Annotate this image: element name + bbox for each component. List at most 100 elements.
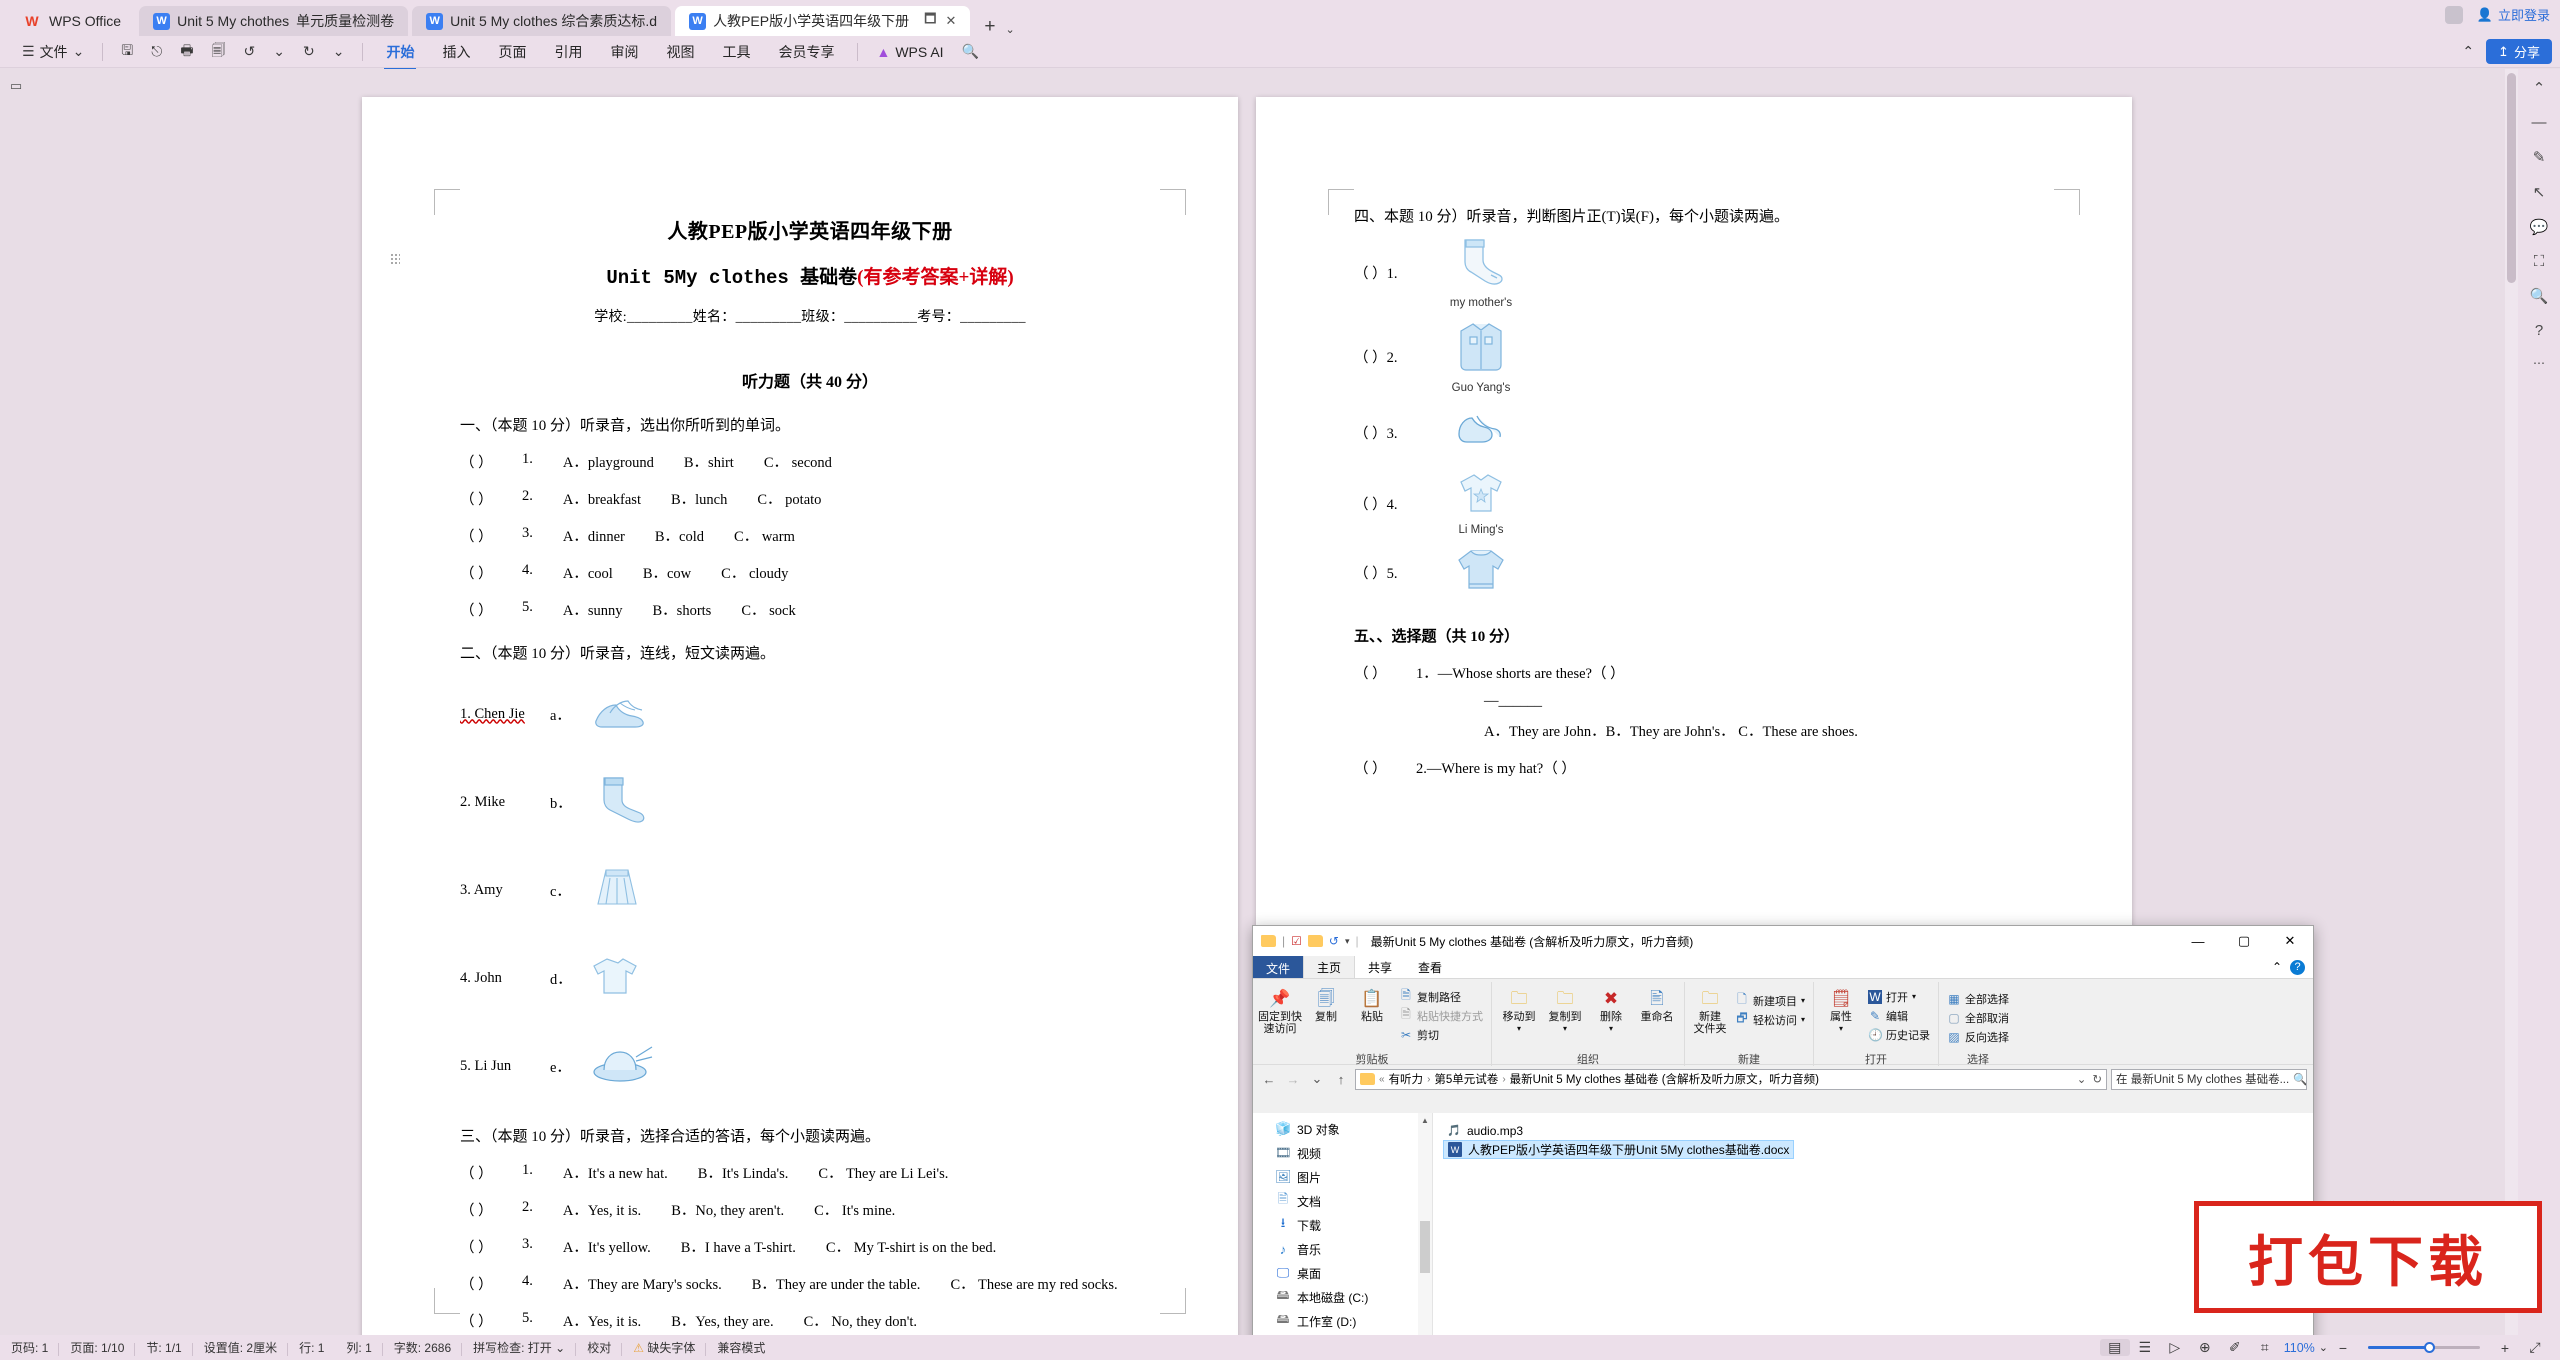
rename-button[interactable]: 🖹 重命名 (1635, 985, 1679, 1023)
search-doc-icon[interactable]: 🔍 (2530, 287, 2549, 305)
share-button[interactable]: ↥ 分享 (2486, 39, 2552, 64)
search-input[interactable]: 在 最新Unit 5 My clothes 基础卷... 🔍 (2111, 1068, 2307, 1090)
recent-locations-chevron-down-icon[interactable]: ⌄ (1307, 1071, 1327, 1087)
status-proofread[interactable]: 校对 (576, 1339, 623, 1356)
page-layout-icon[interactable]: ▤ (2099, 1339, 2130, 1356)
ribbon-tab-member[interactable]: 会员专享 (765, 39, 847, 65)
login-button[interactable]: 👤 立即登录 (2477, 5, 2550, 24)
new-item-button[interactable]: 🗋 新建项目 ▾ (1732, 991, 1808, 1010)
delete-button[interactable]: ✖ 删除 ▾ (1589, 985, 1633, 1035)
explorer-menu-file[interactable]: 文件 (1253, 956, 1304, 978)
status-section[interactable]: 节: 1/1 (135, 1339, 194, 1356)
status-margin-setting[interactable]: 设置值: 2厘米 (193, 1339, 289, 1356)
tab-list-chevron-down-icon[interactable]: ⌄ (1005, 23, 1022, 36)
scroll-up-icon[interactable]: ▲ (1418, 1113, 1432, 1127)
copy-path-button[interactable]: 🗎 复制路径 (1396, 987, 1486, 1006)
explorer-file-list[interactable]: 🎵 audio.mp3 W 人教PEP版小学英语四年级下册Unit 5My cl… (1433, 1113, 2313, 1335)
outline-icon[interactable]: ☰ (2130, 1339, 2160, 1356)
nav-item-3d-objects[interactable]: 🧊 3D 对象 (1253, 1117, 1432, 1141)
collapse-ribbon-icon[interactable]: ⌃ (2272, 960, 2282, 974)
cut-button[interactable]: ✂ 剪切 (1396, 1025, 1486, 1044)
properties-icon[interactable]: ☑ (1291, 934, 1302, 948)
undo-dropdown[interactable]: ⌄ (265, 40, 293, 63)
zoom-level-label[interactable]: 110% (2284, 1341, 2315, 1355)
close-tab-icon[interactable]: ✕ (945, 13, 956, 29)
ribbon-tab-insert[interactable]: 插入 (429, 39, 483, 65)
status-page-count[interactable]: 页面: 1/10 (59, 1339, 136, 1356)
document-page-1[interactable]: 人教PEP版小学英语四年级下册 Unit 5My clothes 基础卷(有参考… (362, 97, 1238, 1335)
back-button[interactable]: ← (1259, 1072, 1279, 1087)
cloud-save-button[interactable]: ⎋ (143, 40, 170, 63)
download-banner[interactable]: 打包下载 (2194, 1201, 2542, 1313)
document-tab-1[interactable]: W Unit 5 My chothes 单元质量检测卷 (139, 6, 409, 36)
status-compatibility-mode[interactable]: 兼容模式 (706, 1339, 776, 1356)
search-button[interactable]: 🔍 (954, 40, 987, 63)
fit-page-icon[interactable]: ⤢ (2520, 1339, 2550, 1356)
minimize-icon[interactable]: ― (2175, 926, 2221, 956)
ribbon-tab-tools[interactable]: 工具 (709, 39, 763, 65)
nav-item-documents[interactable]: 🗎 文档 (1253, 1189, 1432, 1213)
properties-button[interactable]: 🗒 属性 ▾ (1819, 985, 1863, 1035)
easy-access-button[interactable]: 🗗 轻松访问 ▾ (1732, 1010, 1808, 1029)
minus-icon[interactable]: ― (2532, 114, 2547, 131)
nav-item-music[interactable]: ♪ 音乐 (1253, 1237, 1432, 1261)
nav-pane-scrollbar[interactable]: ▲ ▼ (1418, 1113, 1432, 1335)
zoom-slider-handle[interactable] (2424, 1342, 2435, 1353)
comment-icon[interactable]: 💬 (2530, 218, 2549, 236)
zoom-slider[interactable] (2368, 1342, 2480, 1353)
focus-icon[interactable]: ⌗ (2250, 1339, 2280, 1356)
nav-item-downloads[interactable]: ⭳ 下载 (1253, 1213, 1432, 1237)
document-tab-3[interactable]: W 人教PEP版小学英语四年级下册 🗖 ✕ (675, 6, 971, 36)
app-menu-button[interactable]: ☰ 文件 ⌄ (14, 39, 92, 65)
copy-to-button[interactable]: 🗀 复制到 ▾ (1543, 985, 1587, 1035)
quick-access-more[interactable]: ⌄ (325, 40, 353, 63)
invert-selection-button[interactable]: ▨ 反向选择 (1944, 1027, 2012, 1046)
forward-button[interactable]: → (1283, 1072, 1303, 1087)
vertical-scrollbar[interactable] (2505, 69, 2518, 1335)
pin-to-quick-access-button[interactable]: 📌 固定到快 速访问 (1258, 985, 1302, 1035)
print-preview-button[interactable]: 🗐 (204, 37, 234, 67)
cursor-icon[interactable]: ↖ (2533, 183, 2546, 201)
select-none-button[interactable]: ▢ 全部取消 (1944, 1008, 2012, 1027)
breadcrumb[interactable]: « 有听力 › 第5单元试卷 › 最新Unit 5 My clothes 基础卷… (1355, 1068, 2107, 1090)
status-page-number[interactable]: 页码: 1 (0, 1339, 60, 1356)
navigation-pane-toggle[interactable]: ▭ (5, 75, 27, 97)
up-button[interactable]: ↑ (1331, 1072, 1351, 1087)
fullscreen-icon[interactable]: ⛶ (2534, 253, 2545, 270)
ribbon-tab-references[interactable]: 引用 (541, 39, 595, 65)
paste-button[interactable]: 📋 粘贴 (1350, 985, 1394, 1023)
file-list-item[interactable]: W 人教PEP版小学英语四年级下册Unit 5My clothes基础卷.doc… (1443, 1140, 1795, 1159)
breadcrumb-item-2[interactable]: 第5单元试卷 (1434, 1071, 1498, 1087)
save-button[interactable]: 🖫 (113, 37, 141, 67)
zoom-in-button[interactable]: + (2490, 1340, 2520, 1356)
collapse-ribbon-icon[interactable]: ⌃ (2462, 43, 2474, 60)
document-tab-2[interactable]: W Unit 5 My clothes 综合素质达标.d (412, 6, 672, 36)
address-dropdown-icon[interactable]: ⌄ (2077, 1072, 2087, 1086)
paragraph-handle-icon[interactable] (390, 253, 400, 265)
nav-item-desktop[interactable]: 🖵 桌面 (1253, 1261, 1432, 1285)
redo-button[interactable]: ↻ (295, 40, 323, 63)
undo-button[interactable]: ↺ (236, 40, 264, 63)
explorer-menu-share[interactable]: 共享 (1355, 956, 1405, 978)
new-tab-button[interactable]: + (974, 17, 1005, 36)
ink-icon[interactable]: ✐ (2220, 1339, 2250, 1356)
wps-office-tab[interactable]: W WPS Office (8, 6, 136, 36)
close-icon[interactable]: ✕ (2267, 926, 2313, 956)
ribbon-tab-review[interactable]: 审阅 (597, 39, 651, 65)
open-button[interactable]: W 打开 ▾ (1865, 987, 1933, 1006)
status-row[interactable]: 行: 1 (288, 1339, 335, 1356)
wps-ai-button[interactable]: ▲ WPS AI (868, 41, 951, 63)
file-list-item[interactable]: 🎵 audio.mp3 (1443, 1121, 1527, 1140)
status-missing-font[interactable]: ⚠ 缺失字体 (622, 1339, 707, 1356)
edit-icon[interactable]: ✎ (2533, 148, 2546, 166)
history-button[interactable]: 🕘 历史记录 (1865, 1025, 1933, 1044)
nav-item-videos[interactable]: 🎞 视频 (1253, 1141, 1432, 1165)
folder-icon[interactable] (1307, 935, 1323, 947)
ribbon-tab-home[interactable]: 开始 (373, 39, 427, 70)
nav-item-pictures[interactable]: 🖼 图片 (1253, 1165, 1432, 1189)
ribbon-tab-view[interactable]: 视图 (653, 39, 707, 65)
explorer-menu-home[interactable]: 主页 (1303, 956, 1356, 978)
help-icon[interactable]: ? (2290, 959, 2305, 975)
breadcrumb-item-1[interactable]: 有听力 (1389, 1071, 1424, 1087)
undo-icon[interactable]: ↺ (1329, 934, 1339, 948)
